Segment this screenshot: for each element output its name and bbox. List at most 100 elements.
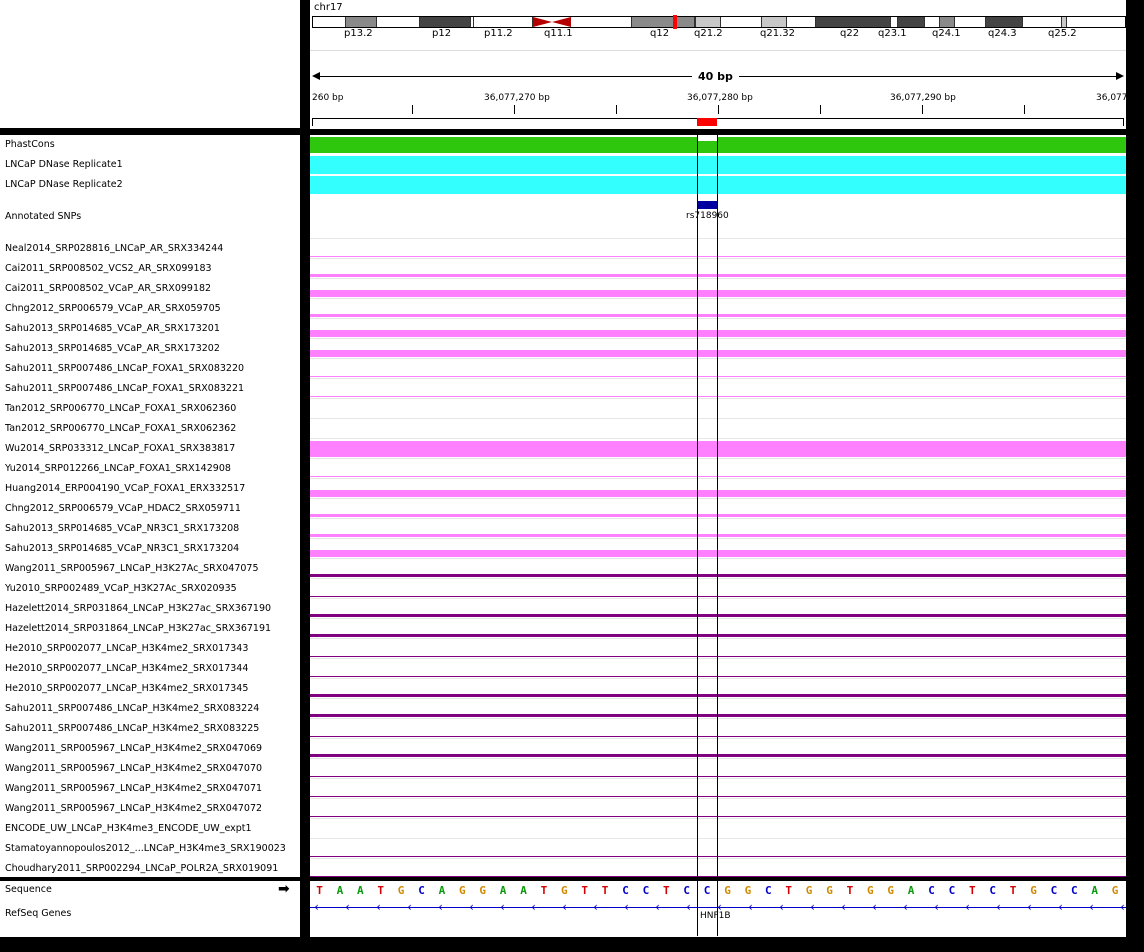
track-label[interactable]: Cai2011_SRP008502_VCaP_AR_SRX099182 <box>5 283 211 294</box>
coverage-signal <box>310 876 1126 877</box>
ruler-tick <box>616 105 617 114</box>
gene-name[interactable]: HNF1B <box>700 911 731 921</box>
track-row[interactable] <box>310 319 1126 339</box>
sequence-base: C <box>642 884 650 897</box>
track-label[interactable]: Wang2011_SRP005967_LNCaP_H3K4me2_SRX0470… <box>5 763 262 774</box>
ideogram-band-label: p11.2 <box>484 28 513 39</box>
track-label[interactable]: Cai2011_SRP008502_VCS2_AR_SRX099183 <box>5 263 212 274</box>
ideogram-band-label: q24.1 <box>932 28 961 39</box>
track-row[interactable] <box>310 399 1126 419</box>
track-row[interactable] <box>310 679 1126 699</box>
ruler[interactable]: 260 bp 36,077,270 bp 36,077,280 bp 36,077,2… <box>310 93 1128 115</box>
track-label[interactable]: Sahu2011_SRP007486_LNCaP_FOXA1_SRX083220 <box>5 363 244 374</box>
track-label[interactable]: Tan2012_SRP006770_LNCaP_FOXA1_SRX062362 <box>5 423 236 434</box>
track-label[interactable]: Wu2014_SRP033312_LNCaP_FOXA1_SRX383817 <box>5 443 235 454</box>
track-label[interactable]: Wang2011_SRP005967_LNCaP_H3K4me2_SRX0470… <box>5 743 262 754</box>
track-row[interactable] <box>310 479 1126 499</box>
track-label[interactable]: Sahu2013_SRP014685_VCaP_AR_SRX173202 <box>5 343 220 354</box>
strand-chevron-icon: ‹ <box>314 900 319 914</box>
track-row[interactable] <box>310 859 1126 877</box>
track-label[interactable]: Huang2014_ERP004190_VCaP_FOXA1_ERX332517 <box>5 483 245 494</box>
track-row[interactable] <box>310 639 1126 659</box>
track-row[interactable] <box>310 519 1126 539</box>
track-row[interactable] <box>310 459 1126 479</box>
ruler-tick <box>718 105 719 114</box>
refseq-genes-track-label[interactable]: RefSeq Genes <box>5 908 71 919</box>
track-label[interactable]: He2010_SRP002077_LNCaP_H3K4me2_SRX017343 <box>5 643 248 654</box>
track-row[interactable] <box>310 619 1126 639</box>
track-row[interactable] <box>310 799 1126 819</box>
strand-chevron-icon: ‹ <box>562 900 567 914</box>
track-row[interactable] <box>310 359 1126 379</box>
track-row[interactable] <box>310 175 1126 195</box>
track-label[interactable]: Choudhary2011_SRP002294_LNCaP_POLR2A_SRX… <box>5 863 278 874</box>
track-label[interactable]: Wang2011_SRP005967_LNCaP_H3K4me2_SRX0470… <box>5 803 262 814</box>
feature-data-panel[interactable]: TAATGCAGGAATGTTCCTCCGGCTGGTGGACCTCTGCCAG… <box>310 881 1126 937</box>
track-label[interactable]: Wang2011_SRP005967_LNCaP_H3K4me2_SRX0470… <box>5 783 262 794</box>
feature-names-panel: Sequence ➡ RefSeq Genes <box>0 881 300 937</box>
track-row[interactable] <box>310 579 1126 599</box>
track-row[interactable] <box>310 439 1126 459</box>
track-row[interactable] <box>310 659 1126 679</box>
track-label[interactable]: Chng2012_SRP006579_VCaP_HDAC2_SRX059711 <box>5 503 241 514</box>
sequence-track-label[interactable]: Sequence <box>5 884 52 895</box>
track-label[interactable]: LNCaP DNase Replicate2 <box>5 179 123 190</box>
track-label[interactable]: Sahu2013_SRP014685_VCaP_NR3C1_SRX173208 <box>5 523 239 534</box>
track-row[interactable] <box>310 739 1126 759</box>
coverage-signal <box>310 694 1126 697</box>
track-label[interactable]: Hazelett2014_SRP031864_LNCaP_H3K27ac_SRX… <box>5 623 271 634</box>
track-label[interactable]: Yu2014_SRP012266_LNCaP_FOXA1_SRX142908 <box>5 463 231 474</box>
track-row[interactable] <box>310 719 1126 739</box>
track-row[interactable] <box>310 539 1126 559</box>
track-label[interactable]: Wang2011_SRP005967_LNCaP_H3K27Ac_SRX0470… <box>5 563 259 574</box>
coverage-signal <box>310 656 1126 657</box>
track-label[interactable]: Sahu2011_SRP007486_LNCaP_FOXA1_SRX083221 <box>5 383 244 394</box>
ruler-tick-label: 36,077,290 bp <box>890 93 956 103</box>
header-left-panel <box>0 0 300 128</box>
track-row[interactable] <box>310 239 1126 259</box>
track-label[interactable]: PhastCons <box>5 139 55 150</box>
track-row[interactable] <box>310 135 1126 155</box>
center-guide-left <box>697 135 698 936</box>
track-label[interactable]: Neal2014_SRP028816_LNCaP_AR_SRX334244 <box>5 243 223 254</box>
track-row[interactable] <box>310 779 1126 799</box>
ideogram-band-label: q11.1 <box>544 28 573 39</box>
track-row[interactable] <box>310 559 1126 579</box>
track-row[interactable] <box>310 499 1126 519</box>
sequence-track[interactable]: TAATGCAGGAATGTTCCTCCGGCTGGTGGACCTCTGCCAG <box>310 881 1126 897</box>
sequence-base: G <box>397 884 405 897</box>
track-label[interactable]: He2010_SRP002077_LNCaP_H3K4me2_SRX017344 <box>5 663 248 674</box>
track-label[interactable]: Annotated SNPs <box>5 211 81 222</box>
track-row[interactable] <box>310 419 1126 439</box>
track-row[interactable] <box>310 155 1126 175</box>
track-label[interactable]: Sahu2011_SRP007486_LNCaP_H3K4me2_SRX0832… <box>5 703 259 714</box>
track-row[interactable] <box>310 379 1126 399</box>
track-label[interactable]: ENCODE_UW_LNCaP_H3K4me3_ENCODE_UW_expt1 <box>5 823 252 834</box>
track-row[interactable] <box>310 259 1126 279</box>
track-label[interactable]: LNCaP DNase Replicate1 <box>5 159 123 170</box>
track-row[interactable] <box>310 839 1126 859</box>
track-label[interactable]: Hazelett2014_SRP031864_LNCaP_H3K27ac_SRX… <box>5 603 271 614</box>
current-region-indicator[interactable] <box>697 118 717 126</box>
track-label[interactable]: Tan2012_SRP006770_LNCaP_FOXA1_SRX062360 <box>5 403 236 414</box>
track-label[interactable]: Sahu2011_SRP007486_LNCaP_H3K4me2_SRX0832… <box>5 723 259 734</box>
track-label[interactable]: Sahu2013_SRP014685_VCaP_AR_SRX173201 <box>5 323 220 334</box>
strand-arrow-icon[interactable]: ➡ <box>278 882 290 896</box>
track-row[interactable]: rs718960 <box>310 195 1126 239</box>
track-row[interactable] <box>310 299 1126 319</box>
track-row[interactable] <box>310 599 1126 619</box>
data-panel[interactable]: rs718960 <box>310 135 1126 877</box>
sequence-base: C <box>989 884 997 897</box>
track-label[interactable]: Yu2010_SRP002489_VCaP_H3K27Ac_SRX020935 <box>5 583 237 594</box>
sequence-base: C <box>1050 884 1058 897</box>
track-label[interactable]: Stamatoyannopoulos2012_...LNCaP_H3K4me3_… <box>5 843 286 854</box>
track-row[interactable] <box>310 279 1126 299</box>
track-label[interactable]: Chng2012_SRP006579_VCaP_AR_SRX059705 <box>5 303 221 314</box>
track-label[interactable]: Sahu2013_SRP014685_VCaP_NR3C1_SRX173204 <box>5 543 239 554</box>
track-label[interactable]: He2010_SRP002077_LNCaP_H3K4me2_SRX017345 <box>5 683 248 694</box>
track-row[interactable] <box>310 699 1126 719</box>
snp-feature[interactable] <box>697 201 717 209</box>
track-row[interactable] <box>310 339 1126 359</box>
track-row[interactable] <box>310 759 1126 779</box>
track-row[interactable] <box>310 819 1126 839</box>
